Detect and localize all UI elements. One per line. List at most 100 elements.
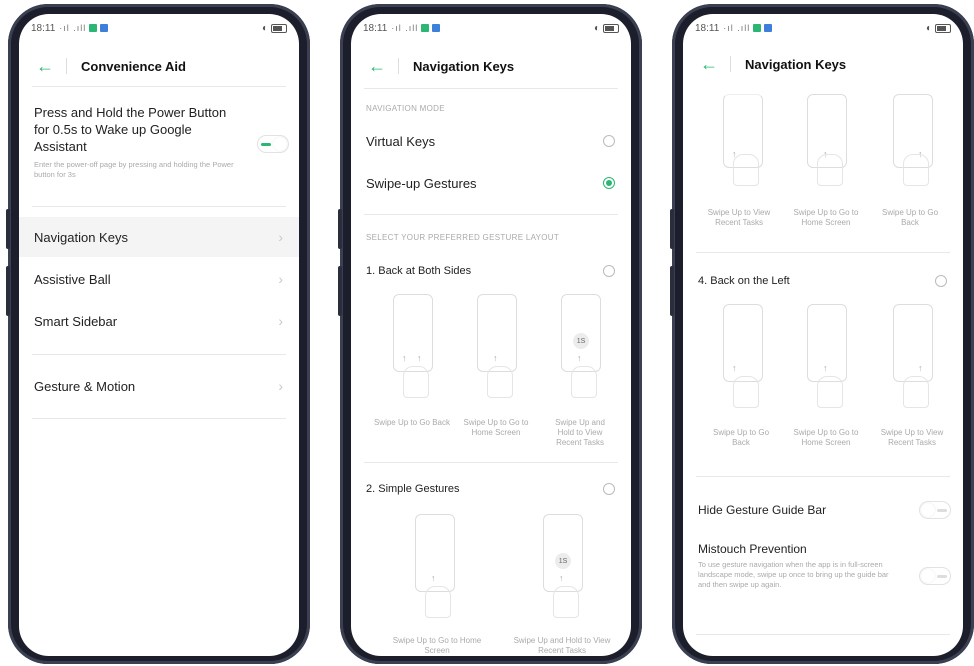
back-arrow-icon[interactable]: ←	[36, 56, 56, 77]
header: ← Convenience Aid	[19, 54, 299, 78]
app-notification-icon	[100, 24, 109, 32]
power-button-title: Press and Hold the Power Button for 0.5s…	[34, 105, 227, 154]
side-button	[6, 266, 10, 316]
divider	[696, 634, 950, 635]
divider	[32, 86, 286, 87]
hand-icon	[817, 376, 843, 408]
gesture-illustration: ↑	[723, 304, 763, 382]
menu-item-label: Gesture & Motion	[34, 378, 136, 394]
phone-1: 18:11 ·ıl .ıll ◐ ← Convenience Aid Press…	[6, 4, 310, 664]
divider	[364, 88, 618, 89]
hand-icon	[403, 366, 429, 398]
status-time: 18:11	[31, 22, 56, 34]
menu-item-assistive-ball[interactable]: Assistive Ball ›	[19, 259, 299, 299]
status-bar: 18:11 ·ıl .ıll ◐	[695, 20, 951, 36]
status-time: 18:11	[363, 22, 388, 34]
gesture-illustration: ↑	[415, 514, 455, 592]
back-arrow-icon[interactable]: ←	[368, 56, 388, 77]
gesture-caption: Swipe Up to Go to Home Screen	[463, 418, 529, 437]
gesture-caption: Swipe Up to Go to Home Screen	[793, 208, 859, 227]
option-swipe-up-gestures[interactable]: Swipe-up Gestures	[351, 171, 631, 195]
gesture-caption: Swipe Up to Go to Home Screen	[793, 428, 859, 447]
gesture-illustration: 1S ↑	[543, 514, 583, 592]
signal-icon: ·ıl .ıll	[723, 23, 751, 33]
page-title: Navigation Keys	[745, 56, 847, 72]
divider	[696, 476, 950, 477]
hold-timer-badge: 1S	[573, 333, 589, 349]
radio-button[interactable]	[935, 275, 947, 287]
page-title: Navigation Keys	[413, 58, 515, 74]
divider	[32, 206, 286, 207]
layout-label: 2. Simple Gestures	[366, 483, 460, 495]
status-bar: 18:11 ·ıl .ıll ◐	[31, 20, 287, 36]
back-arrow-icon[interactable]: ←	[700, 54, 720, 75]
toggle-knob	[273, 137, 287, 151]
signal-icon: ·ıl .ıll	[391, 23, 419, 33]
hand-icon	[571, 366, 597, 398]
radio-button-selected[interactable]	[603, 177, 615, 189]
layout-back-on-left[interactable]: 4. Back on the Left	[683, 270, 963, 292]
gesture-caption: Swipe Up to Go Back	[712, 428, 770, 447]
chevron-right-icon: ›	[278, 378, 283, 394]
menu-item-gesture-motion[interactable]: Gesture & Motion ›	[19, 366, 299, 406]
menu-item-navigation-keys[interactable]: Navigation Keys ›	[19, 217, 299, 257]
divider	[696, 252, 950, 253]
mistouch-prevention-toggle[interactable]	[919, 567, 951, 585]
layout-back-both-sides[interactable]: 1. Back at Both Sides	[351, 260, 631, 282]
radio-button[interactable]	[603, 135, 615, 147]
alarm-icon: ◐	[593, 22, 600, 34]
section-header-navigation-mode: NAVIGATION MODE	[366, 104, 445, 113]
gesture-illustration: 1S ↑	[561, 294, 601, 372]
battery-icon	[935, 23, 951, 33]
hand-icon	[733, 154, 759, 186]
alarm-icon: ◐	[925, 22, 932, 34]
app-notification-icon	[432, 24, 441, 32]
layout-label: 1. Back at Both Sides	[366, 265, 472, 277]
hand-icon	[733, 376, 759, 408]
status-time: 18:11	[695, 22, 720, 34]
side-button	[670, 266, 674, 316]
up-arrow-icon: ↑	[559, 573, 564, 583]
chevron-right-icon: ›	[278, 229, 283, 245]
page-title: Convenience Aid	[81, 58, 186, 74]
menu-item-label: Smart Sidebar	[34, 313, 118, 329]
option-label: Virtual Keys	[366, 133, 436, 149]
divider	[66, 58, 67, 74]
header: ← Navigation Keys	[351, 54, 631, 78]
menu-item-label: Navigation Keys	[34, 229, 128, 245]
power-assistant-toggle[interactable]	[257, 135, 289, 153]
up-arrow-icon: ↑	[431, 573, 436, 583]
radio-button[interactable]	[603, 483, 615, 495]
chevron-right-icon: ›	[278, 271, 283, 287]
radio-button[interactable]	[603, 265, 615, 277]
screen-navigation-keys-scrolled: 18:11 ·ıl .ıll ◐ ← Navigation Keys ↑ ↑ ↑…	[683, 14, 963, 656]
hand-icon	[487, 366, 513, 398]
toggle-on-bar	[261, 143, 271, 146]
app-notification-icon	[421, 24, 430, 32]
option-virtual-keys[interactable]: Virtual Keys	[351, 129, 631, 153]
divider	[32, 354, 286, 355]
up-arrow-icon: ↑	[417, 353, 422, 363]
screen-convenience-aid: 18:11 ·ıl .ıll ◐ ← Convenience Aid Press…	[19, 14, 299, 656]
up-arrow-icon: ↑	[577, 353, 582, 363]
side-button	[6, 209, 10, 249]
up-arrow-icon: ↑	[918, 363, 923, 373]
setting-label: Hide Gesture Guide Bar	[698, 503, 827, 517]
up-arrow-icon: ↑	[493, 353, 498, 363]
divider	[398, 58, 399, 74]
gesture-caption: Swipe Up to View Recent Tasks	[880, 428, 944, 447]
layout-simple-gestures[interactable]: 2. Simple Gestures	[351, 478, 631, 500]
hand-icon	[553, 586, 579, 618]
gesture-illustration: ↑	[893, 304, 933, 382]
alarm-icon: ◐	[261, 22, 268, 34]
phone-2: 18:11 ·ıl .ıll ◐ ← Navigation Keys NAVIG…	[338, 4, 642, 664]
up-arrow-icon: ↑	[823, 363, 828, 373]
header: ← Navigation Keys	[683, 52, 963, 76]
hide-guide-bar-toggle[interactable]	[919, 501, 951, 519]
side-button	[670, 209, 674, 249]
toggle-off-bar	[937, 575, 947, 578]
signal-icon: ·ıl .ıll	[59, 23, 87, 33]
divider	[730, 56, 731, 72]
divider	[32, 418, 286, 419]
menu-item-smart-sidebar[interactable]: Smart Sidebar ›	[19, 301, 299, 341]
